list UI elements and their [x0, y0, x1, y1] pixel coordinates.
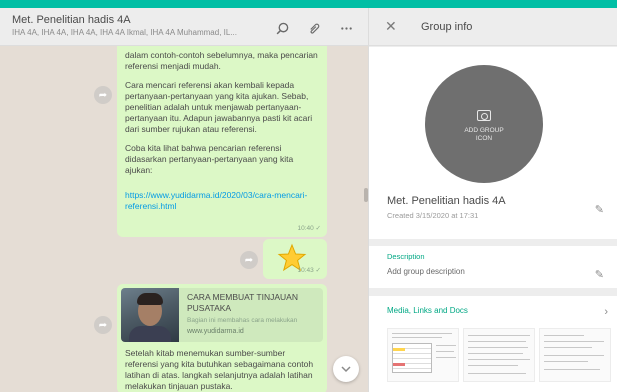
attach-icon[interactable] — [306, 20, 322, 36]
link-preview-description: Bagian ini membahas cara melakukan — [187, 317, 298, 324]
message-text: Cara mencari referensi akan kembali kepa… — [125, 80, 313, 134]
message-list[interactable]: ➦ dalam contoh-contoh sebelumnya, maka p… — [0, 46, 368, 392]
media-thumbnail[interactable] — [539, 328, 611, 382]
message-link[interactable]: https://www.yudidarma.id/2020/03/cara-me… — [125, 190, 307, 211]
edit-name-icon[interactable]: ✎ — [595, 203, 604, 216]
link-preview-url: www.yudidarma.id — [187, 328, 244, 335]
link-preview-thumbnail — [121, 288, 179, 342]
group-created-date: Created 3/15/2020 at 17:31 — [387, 211, 479, 220]
group-photo-section: ADD GROUP ICON — [369, 47, 617, 189]
menu-icon[interactable] — [338, 20, 354, 36]
chevron-right-icon[interactable]: › — [604, 306, 608, 318]
edit-description-icon[interactable]: ✎ — [595, 268, 604, 281]
chat-pane: Met. Penelitian hadis 4A IHA 4A, IHA 4A,… — [0, 8, 368, 392]
message-bubble[interactable]: dalam contoh-contoh sebelumnya, maka pen… — [117, 46, 327, 237]
top-accent-bar — [0, 0, 617, 8]
group-avatar[interactable]: ADD GROUP ICON — [425, 65, 543, 183]
group-info-pane: ✕ Group info ADD GROUP ICON Met. Penelit… — [368, 8, 617, 392]
forward-icon[interactable]: ➦ — [94, 86, 112, 104]
description-field[interactable]: Add group description — [387, 267, 600, 276]
message-timestamp: 10:43 ✓ — [297, 267, 321, 274]
close-icon[interactable]: ✕ — [385, 18, 401, 35]
message-bubble[interactable]: CARA MEMBUAT TINJAUAN PUSATAKA Bagian in… — [117, 284, 327, 392]
forward-icon[interactable]: ➦ — [240, 251, 258, 269]
link-preview[interactable]: CARA MEMBUAT TINJAUAN PUSATAKA Bagian in… — [121, 288, 323, 342]
group-info-header: ✕ Group info — [369, 8, 617, 46]
add-group-icon-label: ADD GROUP ICON — [464, 127, 504, 142]
group-name-section: Met. Penelitian hadis 4A Created 3/15/20… — [369, 189, 617, 239]
chat-header[interactable]: Met. Penelitian hadis 4A IHA 4A, IHA 4A,… — [0, 8, 368, 46]
forward-icon[interactable]: ➦ — [94, 316, 112, 334]
group-name: Met. Penelitian hadis 4A — [387, 195, 506, 207]
media-label: Media, Links and Docs — [387, 306, 468, 315]
description-label: Description — [387, 252, 425, 261]
media-section[interactable]: Media, Links and Docs › — [369, 296, 617, 392]
message-text: Setelah kitab menemukan sumber-sumber re… — [125, 348, 314, 391]
group-info-title: Group info — [421, 20, 473, 33]
camera-icon — [477, 110, 491, 121]
description-section: Description Add group description ✎ — [369, 246, 617, 288]
media-thumbnail[interactable] — [463, 328, 535, 382]
message-text: dalam contoh-contoh sebelumnya, maka pen… — [125, 50, 318, 71]
message-timestamp: 10:40 ✓ — [297, 225, 321, 232]
message-text: Coba kita lihat bahwa pencarian referens… — [125, 143, 294, 175]
search-icon[interactable] — [274, 20, 290, 36]
link-preview-title: CARA MEMBUAT TINJAUAN PUSATAKA — [187, 292, 298, 313]
scroll-down-button[interactable] — [333, 356, 359, 382]
media-thumbnail[interactable] — [387, 328, 459, 382]
sticker-message[interactable]: 10:43 ✓ — [263, 239, 327, 279]
chat-participants: IHA 4A, IHA 4A, IHA 4A, IHA 4A Ikmal, IH… — [12, 28, 237, 37]
